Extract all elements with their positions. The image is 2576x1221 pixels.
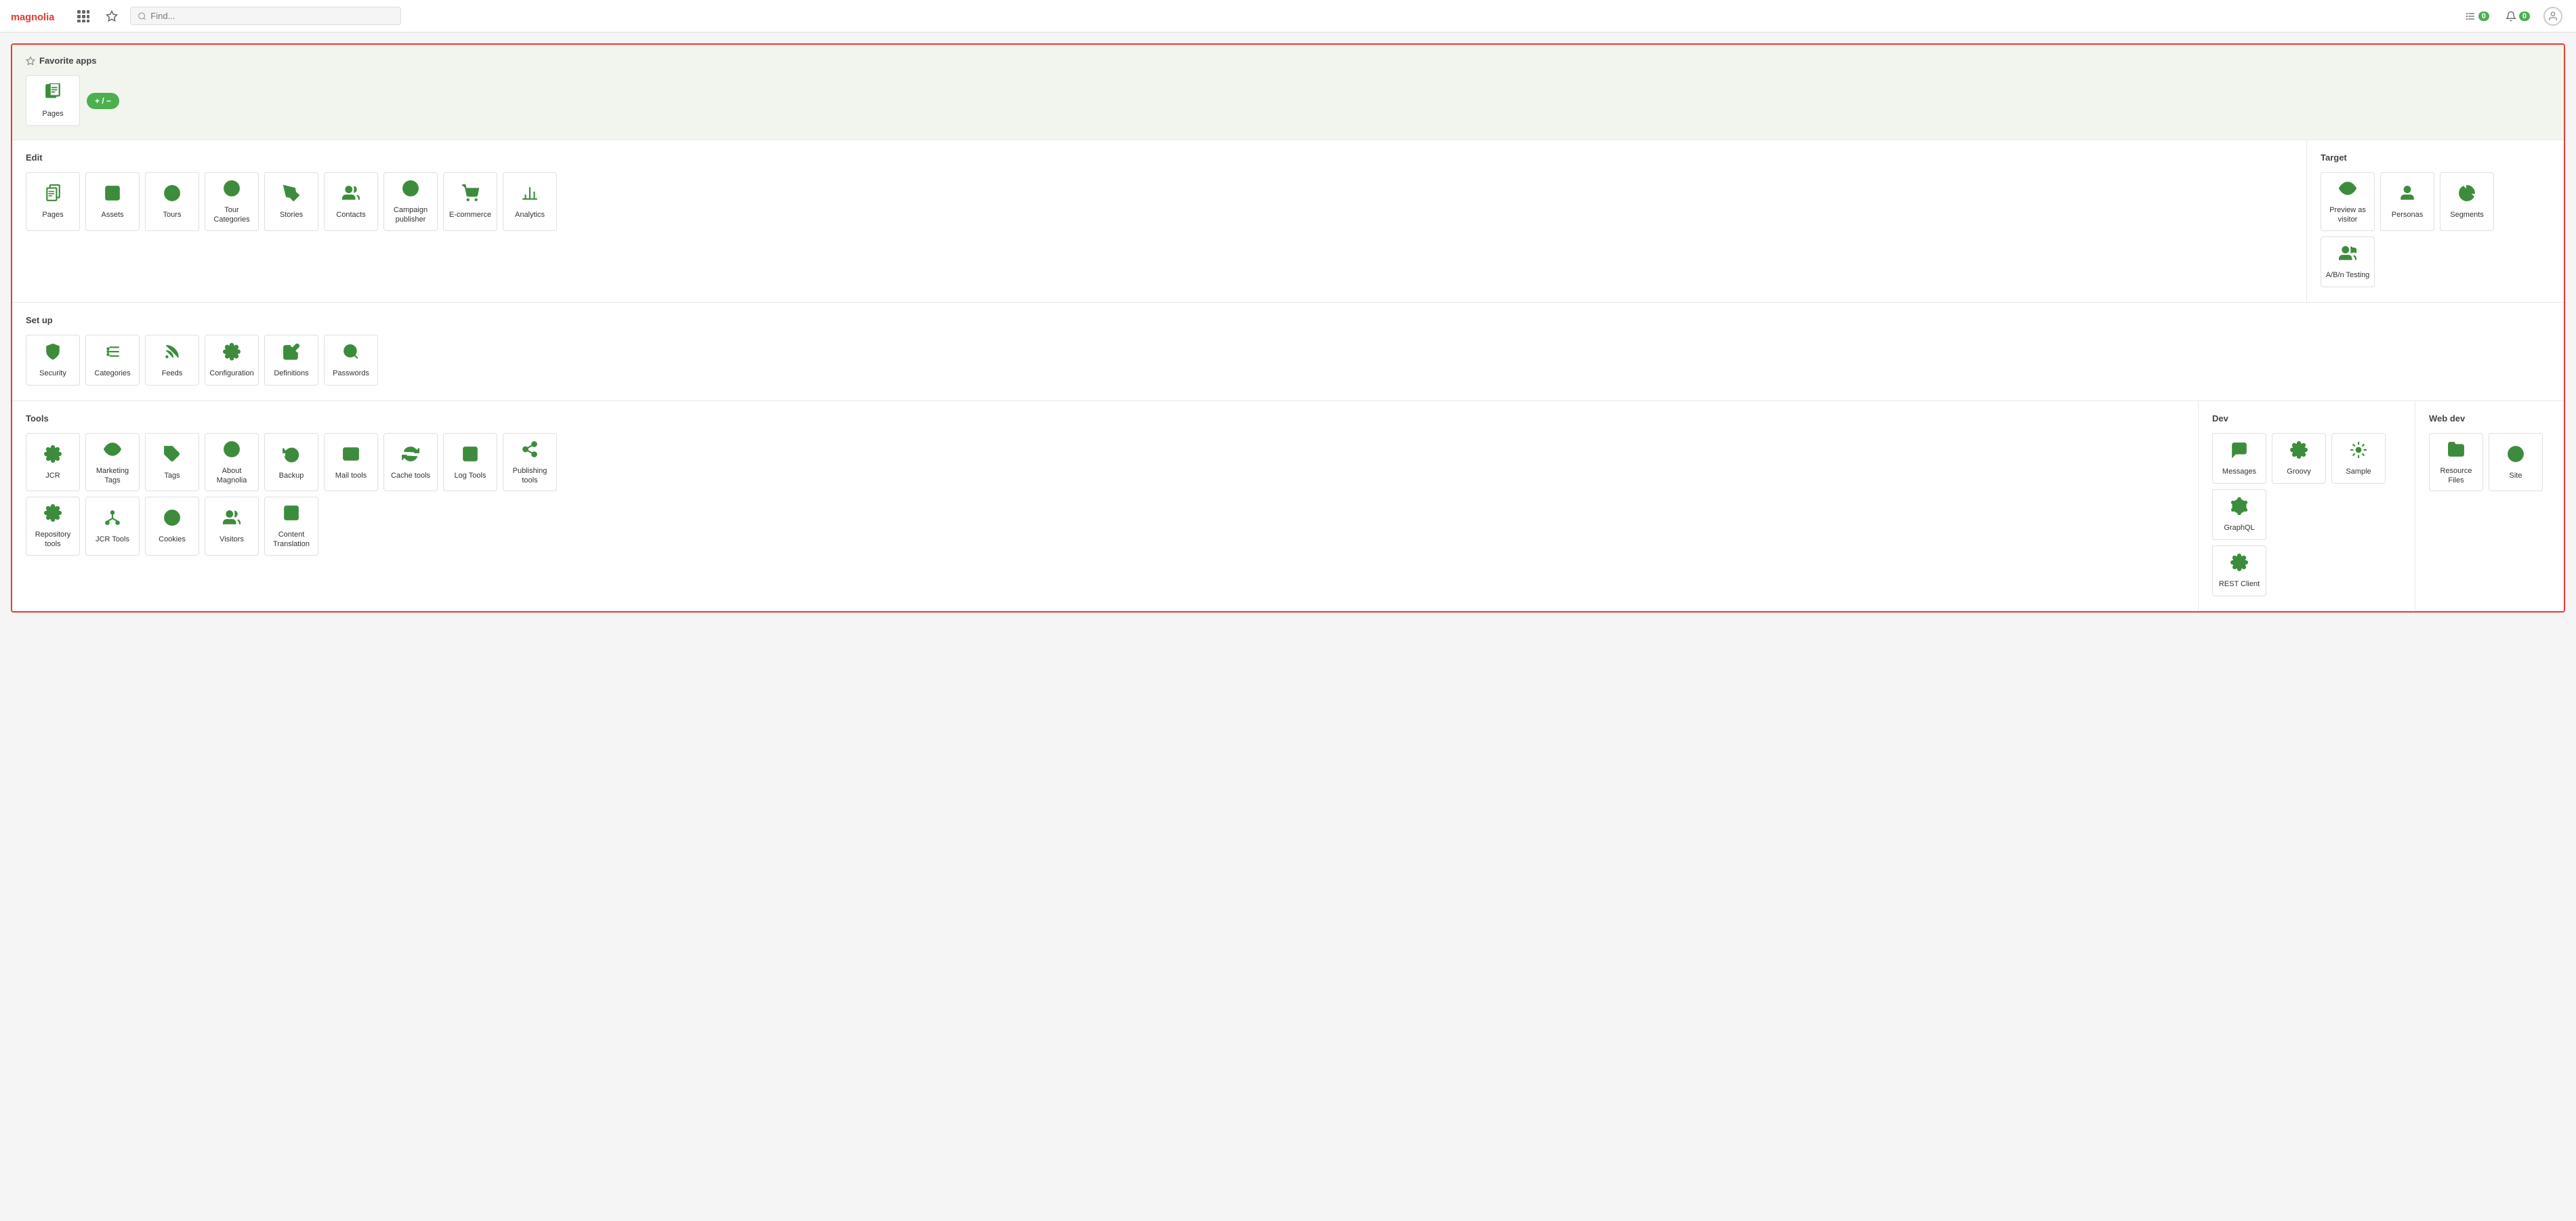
- bell-icon: [2506, 11, 2516, 22]
- edit-target-row: Edit: [12, 140, 2564, 302]
- star-icon: [26, 56, 35, 66]
- notifications-button[interactable]: 0: [2500, 7, 2535, 26]
- tasks-icon: [2465, 11, 2476, 22]
- app-tile-preview-visitor[interactable]: Preview as visitor: [2321, 172, 2375, 231]
- tasks-button[interactable]: 0: [2459, 7, 2495, 26]
- search-bar[interactable]: [130, 7, 401, 25]
- main-content: Favorite apps: [0, 33, 2576, 623]
- apps-grid-button[interactable]: [73, 6, 94, 26]
- app-tile-backup[interactable]: Backup: [264, 433, 318, 492]
- notifications-badge: 0: [2519, 12, 2530, 21]
- app-tile-tags[interactable]: Tags: [145, 433, 199, 492]
- app-tile-about-magnolia[interactable]: About Magnolia: [205, 433, 259, 492]
- dev-apps-row1: Messages Groovy: [2212, 433, 2401, 540]
- app-tile-segments[interactable]: Segments: [2440, 172, 2494, 231]
- app-tile-resource-files[interactable]: Resource Files: [2429, 433, 2483, 492]
- app-tile-cookies[interactable]: Cookies: [145, 497, 199, 556]
- app-tile-tour-categories[interactable]: Tour Categories: [205, 172, 259, 231]
- dev-apps-row2: REST Client: [2212, 545, 2401, 596]
- nav-right: 0 0: [2459, 4, 2565, 28]
- setup-title: Set up: [26, 315, 2550, 325]
- app-tile-pages-favorite[interactable]: Pages: [26, 75, 80, 126]
- search-input[interactable]: [150, 11, 394, 21]
- target-panel: Target Preview as visitor: [2306, 140, 2564, 302]
- webdev-apps: Resource Files Site: [2429, 433, 2550, 492]
- top-navigation: magnolia 0: [0, 0, 2576, 33]
- app-tile-assets[interactable]: Assets: [85, 172, 140, 231]
- app-tile-marketing-tags[interactable]: Marketing Tags: [85, 433, 140, 492]
- app-tile-publishing-tools[interactable]: Publishing tools: [503, 433, 557, 492]
- avatar: [2543, 7, 2562, 26]
- app-tile-groovy[interactable]: Groovy: [2272, 433, 2326, 484]
- avatar-button[interactable]: [2541, 4, 2565, 28]
- app-tile-personas[interactable]: Personas: [2380, 172, 2434, 231]
- target-apps: Preview as visitor Personas: [2321, 172, 2550, 287]
- tools-row: Tools JCR: [12, 400, 2564, 611]
- tools-apps-row1: JCR Marketing Tags: [26, 433, 2184, 492]
- app-tile-security[interactable]: Security: [26, 335, 80, 386]
- tools-apps-row2: Repository tools: [26, 497, 2184, 556]
- favorites-button[interactable]: [102, 6, 122, 26]
- app-tile-rest-client[interactable]: REST Client: [2212, 545, 2266, 596]
- app-tile-analytics[interactable]: Analytics: [503, 172, 557, 231]
- tasks-badge: 0: [2478, 12, 2489, 21]
- app-tile-ecommerce[interactable]: E-commerce: [443, 172, 497, 231]
- webdev-panel: Web dev Resource Files: [2415, 401, 2564, 611]
- app-tile-repository-tools[interactable]: Repository tools: [26, 497, 80, 556]
- app-tile-content-translation[interactable]: Content Translation: [264, 497, 318, 556]
- app-tile-campaign-publisher[interactable]: Campaign publisher: [383, 172, 438, 231]
- app-tile-messages[interactable]: Messages: [2212, 433, 2266, 484]
- tools-title: Tools: [26, 413, 2184, 423]
- add-remove-button[interactable]: + / −: [87, 93, 119, 109]
- svg-text:AB: AB: [2353, 249, 2356, 253]
- magnolia-logo: magnolia: [11, 8, 65, 24]
- pages-icon: [44, 83, 62, 105]
- setup-apps: Security: [26, 335, 2550, 386]
- app-tile-pages[interactable]: Pages: [26, 172, 80, 231]
- webdev-title: Web dev: [2429, 413, 2550, 423]
- app-tile-passwords[interactable]: Passwords: [324, 335, 378, 386]
- app-tile-abn-testing[interactable]: AB A/B/n Testing: [2321, 236, 2375, 287]
- app-tile-site[interactable]: Site: [2489, 433, 2543, 492]
- app-launcher: Favorite apps: [11, 43, 2565, 613]
- edit-title: Edit: [26, 152, 2293, 163]
- dev-panel: Dev Messages: [2198, 401, 2415, 611]
- app-tile-stories[interactable]: Stories: [264, 172, 318, 231]
- app-tile-categories[interactable]: Categories: [85, 335, 140, 386]
- setup-row: Set up Security: [12, 302, 2564, 400]
- app-tile-jcr-tools[interactable]: JCR Tools: [85, 497, 140, 556]
- favorites-title: Favorite apps: [26, 56, 2550, 66]
- app-tile-contacts[interactable]: Contacts: [324, 172, 378, 231]
- search-icon: [138, 12, 146, 21]
- setup-panel: Set up Security: [12, 303, 2564, 400]
- svg-text:magnolia: magnolia: [11, 12, 55, 23]
- edit-apps: Pages Assets: [26, 172, 2293, 231]
- dev-title: Dev: [2212, 413, 2401, 423]
- app-tile-log-tools[interactable]: Log Tools: [443, 433, 497, 492]
- app-tile-jcr[interactable]: JCR: [26, 433, 80, 492]
- favorites-apps: Pages + / −: [26, 75, 2550, 126]
- app-tile-feeds[interactable]: Feeds: [145, 335, 199, 386]
- app-tile-tours[interactable]: Tours: [145, 172, 199, 231]
- app-tile-graphql[interactable]: GraphQL: [2212, 489, 2266, 540]
- app-tile-configuration[interactable]: Configuration: [205, 335, 259, 386]
- app-tile-visitors[interactable]: Visitors: [205, 497, 259, 556]
- app-tile-definitions[interactable]: Definitions: [264, 335, 318, 386]
- target-title: Target: [2321, 152, 2550, 163]
- tools-panel: Tools JCR: [12, 401, 2198, 611]
- app-tile-cache-tools[interactable]: Cache tools: [383, 433, 438, 492]
- app-tile-sample[interactable]: Sample: [2331, 433, 2386, 484]
- edit-panel: Edit: [12, 140, 2306, 302]
- app-tile-mail-tools[interactable]: Mail tools: [324, 433, 378, 492]
- favorites-section: Favorite apps: [12, 45, 2564, 140]
